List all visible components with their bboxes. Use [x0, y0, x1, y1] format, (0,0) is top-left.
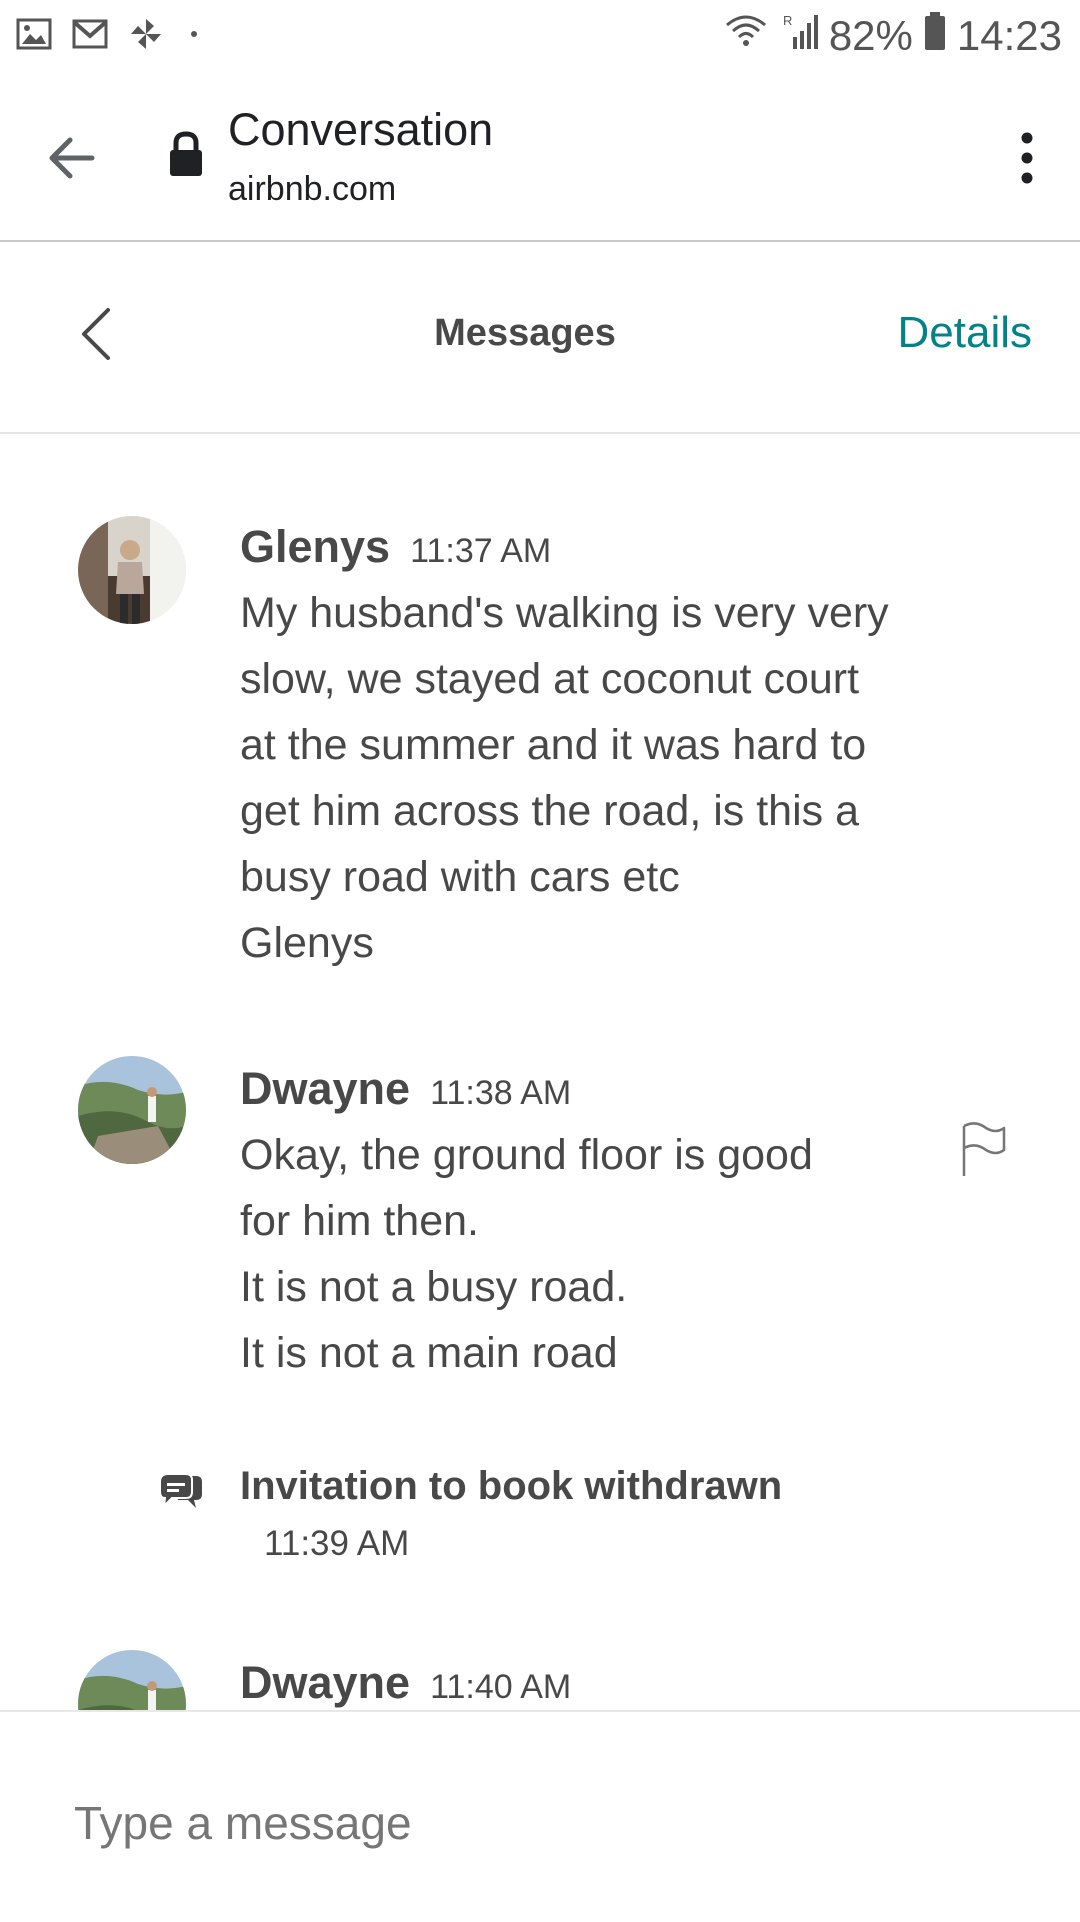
browser-toolbar: Conversation airbnb.com	[0, 72, 1080, 242]
dot-icon	[184, 24, 204, 49]
wifi-icon	[723, 11, 769, 61]
battery-percent: 82%	[828, 12, 913, 59]
lock-icon[interactable]	[166, 130, 206, 178]
message-time: 11:37 AM	[410, 532, 552, 570]
message-text-line: My husband's walking is very very	[240, 589, 889, 637]
signal-icon: R	[779, 11, 819, 61]
message-text-line: for him then.	[240, 1197, 479, 1245]
message-thread[interactable]: Glenys 11:37 AM My husband's walking is v…	[0, 434, 1080, 1710]
page-title: Messages	[434, 312, 616, 354]
back-arrow-icon[interactable]	[42, 128, 102, 188]
avatar-dwayne[interactable]	[78, 1650, 186, 1710]
sender-name: Dwayne	[240, 1657, 411, 1708]
message-item: Dwayne 11:40 AM	[240, 1650, 1020, 1710]
message-time: 11:38 AM	[430, 1074, 572, 1112]
message-text-line: get him across the road, is this a	[240, 787, 860, 835]
clock: 14:23	[956, 12, 1062, 59]
message-text-line: slow, we stayed at coconut court	[240, 655, 860, 703]
gmail-icon	[72, 19, 108, 54]
sender-name: Glenys	[240, 521, 391, 572]
pinwheel-icon	[128, 16, 164, 57]
message-input[interactable]	[74, 1788, 1014, 1858]
overflow-menu-icon[interactable]	[1012, 128, 1042, 188]
gallery-icon	[16, 18, 52, 55]
svg-text:R: R	[783, 13, 792, 28]
chat-bubbles-icon	[156, 1468, 204, 1512]
message-text-line: It is not a main road	[240, 1329, 618, 1377]
message-text-line: It is not a busy road.	[240, 1263, 628, 1311]
messages-header: Messages Details	[0, 242, 1080, 434]
report-flag-icon[interactable]	[958, 1120, 1008, 1178]
message-item: Glenys 11:37 AM My husband's walking is v…	[240, 514, 1020, 976]
status-bar: R 82% 14:23	[0, 0, 1080, 72]
sender-name: Dwayne	[240, 1063, 411, 1114]
message-text-line: busy road with cars etc	[240, 853, 680, 901]
message-time: 11:40 AM	[430, 1668, 572, 1706]
avatar-glenys[interactable]	[78, 516, 186, 624]
browser-url[interactable]: airbnb.com	[228, 170, 396, 209]
message-text-line: at the summer and it was hard to	[240, 721, 867, 769]
message-composer	[0, 1710, 1080, 1922]
battery-icon	[923, 11, 947, 61]
system-event-time: 11:39 AM	[264, 1524, 410, 1563]
avatar-dwayne[interactable]	[78, 1056, 186, 1164]
system-event-text: Invitation to book withdrawn	[240, 1464, 783, 1508]
browser-page-title[interactable]: Conversation	[228, 104, 493, 156]
message-text-line: Okay, the ground floor is good	[240, 1131, 813, 1179]
message-item: Dwayne 11:38 AM Okay, the ground floor is…	[240, 1056, 1020, 1386]
details-link[interactable]: Details	[898, 308, 1033, 358]
message-text-line: Glenys	[240, 919, 374, 967]
